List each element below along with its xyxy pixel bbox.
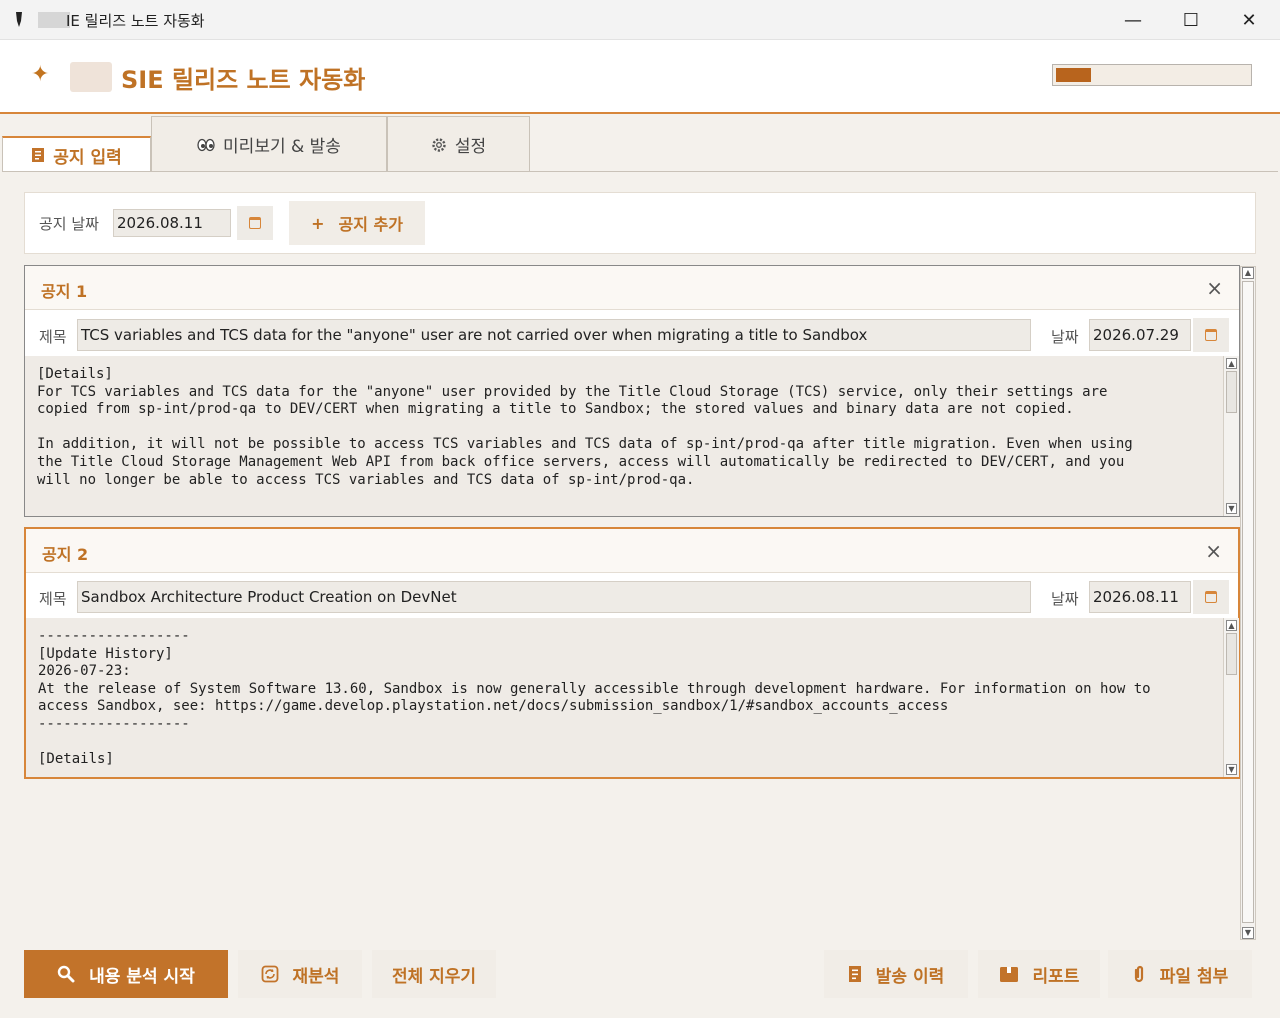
scroll-down-arrow-icon[interactable]: ▼ [1242,927,1254,939]
notice-date-bar: 공지 날짜 2026.08.11 + 공지 추가 [24,192,1256,254]
scroll-down-arrow-icon[interactable]: ▼ [1226,764,1237,775]
report-button[interactable]: 리포트 [978,950,1100,998]
attach-file-label: 파일 첨부 [1159,966,1229,987]
notice-list-scrollbar[interactable]: ▲ ▼ [1240,266,1256,940]
notice-card-header: 공지 1 × [25,266,1239,310]
notebook-icon [32,148,45,162]
analyze-button[interactable]: 내용 분석 시작 [24,950,228,998]
scrollbar-thumb[interactable] [1226,633,1237,675]
scrollbar-thumb[interactable] [1242,281,1254,923]
add-notice-button[interactable]: + 공지 추가 [289,201,425,245]
window-titlebar: IE 릴리즈 노트 자동화 — ☐ ✕ [0,0,1280,40]
progress-bar-fill [1056,68,1091,82]
clear-all-button[interactable]: 전체 지우기 [372,950,496,998]
send-history-label: 발송 이력 [875,966,945,987]
calendar-icon [1205,591,1217,603]
subject-label: 제목 [39,328,67,346]
eyes-icon [197,138,215,151]
calendar-icon [1205,329,1217,341]
tab-label: 미리보기 & 발송 [223,137,341,157]
notice-body-textarea[interactable]: ------------------ [Update History] 2026… [26,618,1224,777]
notice-title: 공지 1 [41,282,88,301]
analyze-label: 내용 분석 시작 [89,966,195,987]
tab-divider [2,171,1278,172]
progress-bar [1052,64,1252,86]
paperclip-icon [1134,965,1143,983]
remove-notice-button[interactable]: × [1206,276,1223,300]
gear-icon [432,137,446,152]
date-label: 날짜 [1051,328,1079,346]
notice-card: 공지 1 × 제목 TCS variables and TCS data for… [24,265,1240,517]
scroll-up-arrow-icon[interactable]: ▲ [1226,358,1237,369]
tab-label: 설정 [454,137,487,157]
redacted-logo [70,62,112,92]
search-icon [57,965,75,983]
close-window-button[interactable]: ✕ [1220,0,1278,40]
body-scrollbar[interactable]: ▲ ▼ [1223,356,1239,516]
date-label: 날짜 [1051,590,1079,608]
calendar-button[interactable] [1193,580,1229,614]
notice-date-label: 공지 날짜 [39,215,99,233]
scrollbar-thumb[interactable] [1226,371,1237,413]
add-notice-label: 공지 추가 [338,215,403,234]
app-pen-icon [16,12,22,27]
scroll-down-arrow-icon[interactable]: ▼ [1226,503,1237,514]
report-label: 리포트 [1032,966,1080,987]
notice-date-field[interactable]: 2026.08.11 [1089,581,1191,613]
box-icon [999,967,1018,982]
calendar-icon [249,217,261,229]
subject-label: 제목 [39,590,67,608]
tab-label: 공지 입력 [53,147,122,168]
reanalyze-button[interactable]: 재분석 [238,950,362,998]
app-title: SIE 릴리즈 노트 자동화 [121,66,366,94]
notice-title: 공지 2 [42,545,89,564]
app-header: ✦ SIE 릴리즈 노트 자동화 [0,40,1280,114]
remove-notice-button[interactable]: × [1205,539,1222,563]
subject-field[interactable]: Sandbox Architecture Product Creation on… [77,581,1031,613]
clear-all-label: 전체 지우기 [391,966,477,987]
scroll-up-arrow-icon[interactable]: ▲ [1242,267,1254,279]
tab-preview-send[interactable]: 미리보기 & 발송 [151,116,387,172]
minimize-button[interactable]: — [1104,0,1162,40]
reanalyze-label: 재분석 [292,966,340,987]
calendar-button[interactable] [1193,318,1229,352]
maximize-button[interactable]: ☐ [1162,0,1220,40]
tab-settings[interactable]: 설정 [387,116,530,172]
attach-file-button[interactable]: 파일 첨부 [1108,950,1252,998]
notice-date-field[interactable]: 2026.07.29 [1089,319,1191,351]
notice-card: 공지 2 × 제목 Sandbox Architecture Product C… [24,527,1240,779]
subject-field[interactable]: TCS variables and TCS data for the "anyo… [77,319,1031,351]
notice-card-header: 공지 2 × [26,529,1238,573]
refresh-icon [261,965,278,983]
notebook-icon [848,966,861,982]
calendar-button[interactable] [237,206,273,240]
sparkle-logo-icon: ✦ [31,62,50,87]
plus-icon: + [311,213,325,233]
notice-body-textarea[interactable]: [Details] For TCS variables and TCS data… [25,356,1223,516]
tab-notice-input[interactable]: 공지 입력 [2,136,151,172]
notice-date-field[interactable]: 2026.08.11 [113,209,231,237]
send-history-button[interactable]: 발송 이력 [824,950,968,998]
body-scrollbar[interactable]: ▲ ▼ [1223,618,1239,777]
scroll-up-arrow-icon[interactable]: ▲ [1226,620,1237,631]
window-title: IE 릴리즈 노트 자동화 [66,12,205,30]
